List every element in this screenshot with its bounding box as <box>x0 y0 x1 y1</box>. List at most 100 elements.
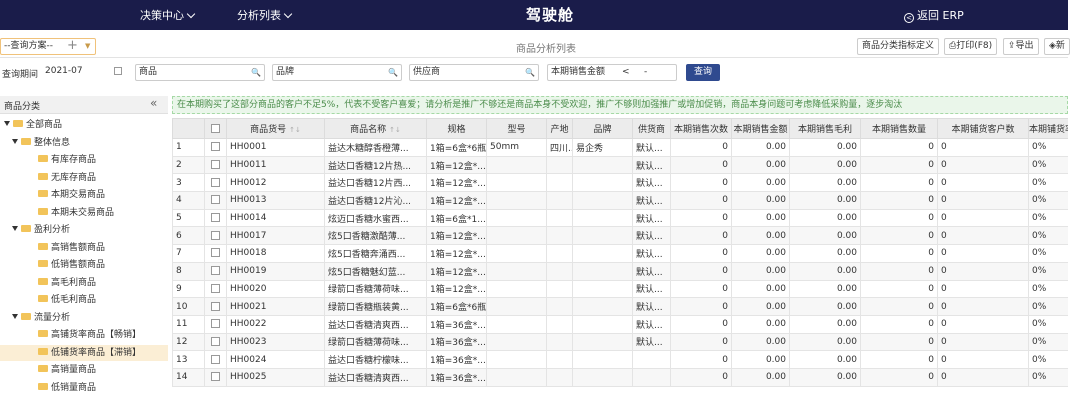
row-checkbox[interactable] <box>211 301 220 311</box>
column-header[interactable]: 品牌 <box>572 118 633 139</box>
row-checkbox[interactable] <box>211 142 220 152</box>
query-button[interactable]: 查询 <box>686 64 720 81</box>
table-row[interactable]: 6 HH0017 炫5口香糖激酷薄... 1箱=12盒*... 默认... 0 0.00 0.… <box>172 226 1068 246</box>
row-checkbox[interactable] <box>211 160 220 170</box>
row-checkbox[interactable] <box>211 372 220 382</box>
column-header[interactable]: 本期铺货客户数 <box>937 118 1029 139</box>
tree-node[interactable]: 本期交易商品 <box>38 187 168 203</box>
column-header[interactable]: 本期销售数量 <box>860 118 938 139</box>
table-row[interactable]: 4 HH0013 益达口香糖12片沁... 1箱=12盒*... 默认... 0 0.00 0… <box>172 191 1068 210</box>
print-button[interactable]: ⎙打印(F8) <box>944 38 998 55</box>
dropdown-arrow-icon[interactable]: ▼ <box>85 39 90 54</box>
column-header[interactable] <box>172 118 205 139</box>
period-input[interactable]: 2021-07 <box>42 64 126 81</box>
column-header-label: 品牌 <box>593 125 612 135</box>
search-icon[interactable]: 🔍 <box>251 65 261 80</box>
column-header[interactable]: 供货商 <box>632 118 671 139</box>
tree-node[interactable]: 低销售额商品 <box>38 257 168 273</box>
column-header[interactable]: 产地 <box>546 118 573 139</box>
add-scheme-icon[interactable]: + <box>67 38 78 53</box>
table-cell: 0 <box>937 314 1029 334</box>
folder-icon <box>38 365 48 372</box>
define-indicator-button[interactable]: 商品分类指标定义 <box>857 38 940 55</box>
query-scheme-select[interactable]: --查询方案-- + ▼ <box>0 38 96 55</box>
row-checkbox[interactable] <box>211 283 220 293</box>
table-cell: 0 <box>937 138 1029 157</box>
search-icon[interactable]: 🔍 <box>388 65 398 80</box>
table-row[interactable]: 8 HH0019 炫5口香糖魅幻蓝... 1箱=12盒*... 默认... 0 0.00 0.… <box>172 261 1068 281</box>
tree-node[interactable]: 本期未交易商品 <box>38 205 168 221</box>
table-row[interactable]: 3 HH0012 益达口香糖12片西... 1箱=12盒*... 默认... 0 0.00 0… <box>172 173 1068 193</box>
export-button[interactable]: ⇪导出 <box>1003 38 1039 55</box>
goods-search-input[interactable]: 商品 🔍 <box>135 64 265 81</box>
column-header[interactable]: 商品货号 ↑↓ <box>226 118 325 139</box>
table-cell: 0 <box>670 155 732 175</box>
back-to-erp-link[interactable]: < 返回 ERP <box>904 7 964 23</box>
row-index: 8 <box>172 261 205 281</box>
row-checkbox[interactable] <box>211 354 220 364</box>
tree-node[interactable]: 低铺货率商品【滞销】 <box>0 344 168 361</box>
table-row[interactable]: 13 HH0024 益达口香糖柠檬味... 1箱=36盒*... 0 0.00 0.00 0 0… <box>172 350 1068 369</box>
calendar-icon[interactable] <box>114 67 122 75</box>
supplier-search-input[interactable]: 供应商 🔍 <box>409 64 539 81</box>
nav-decision-center[interactable]: 决策中心 <box>140 7 196 23</box>
column-header[interactable]: 商品名称 ↑↓ <box>324 118 427 139</box>
search-icon[interactable]: 🔍 <box>525 65 535 80</box>
column-header[interactable]: 本期销售次数 <box>670 118 732 139</box>
table-row[interactable]: 1 HH0001益达木糖醇香橙薄...1箱=6盒*6瓶50mm四川...易企秀默认… <box>172 138 1068 157</box>
column-header[interactable]: 本期铺货率 <box>1028 118 1068 139</box>
tree-node[interactable]: 全部商品 <box>4 117 168 133</box>
nav-analysis-list[interactable]: 分析列表 <box>237 7 293 23</box>
column-header[interactable]: 规格 <box>426 118 487 139</box>
tree-node[interactable]: 高销量商品 <box>38 362 168 378</box>
table-row[interactable]: 10 HH0021 绿箭口香糖瓶装黄... 1箱=6盒*6瓶 默认... 0 0.00 0.0… <box>172 297 1068 316</box>
tree-node-label: 全部商品 <box>26 120 63 130</box>
table-row[interactable]: 7 HH0018 炫5口香糖奔涌西... 1箱=12盒*... 默认... 0 0.00 0.… <box>172 244 1068 263</box>
table-row[interactable]: 12 HH0023 绿箭口香糖薄荷味... 1箱=36盒*... 默认... 0 0.00 0… <box>172 332 1068 352</box>
collapse-sidebar-icon[interactable]: « <box>150 96 157 110</box>
folder-icon <box>38 242 48 250</box>
sort-icon[interactable]: ↑↓ <box>289 126 301 134</box>
expand-arrow-icon[interactable] <box>12 226 18 231</box>
table-row[interactable]: 9 HH0020 绿箭口香糖薄荷味... 1箱=12盒*... 默认... 0 0.00 0.… <box>172 279 1068 299</box>
select-all-checkbox[interactable] <box>211 123 220 133</box>
expand-arrow-icon[interactable] <box>12 313 18 319</box>
brand-search-input[interactable]: 品牌 🔍 <box>272 64 402 81</box>
row-checkbox[interactable] <box>211 213 220 223</box>
sales-amount-filter[interactable]: 本期销售金额 < - <box>547 64 677 81</box>
row-checkbox[interactable] <box>211 319 220 329</box>
table-row[interactable]: 2 HH0011 益达口香糖12片热... 1箱=12盒*... 默认... 0 0.00 0… <box>172 155 1068 175</box>
new-button[interactable]: ◈新 <box>1044 38 1070 55</box>
expand-arrow-icon[interactable] <box>12 138 18 144</box>
tree-node[interactable]: 整体信息 <box>12 135 168 151</box>
column-header[interactable]: 型号 <box>486 118 547 139</box>
operator-value[interactable]: - <box>644 65 647 80</box>
expand-arrow-icon[interactable] <box>4 121 10 126</box>
row-checkbox[interactable] <box>211 177 220 187</box>
column-header[interactable] <box>204 118 227 139</box>
tree-node[interactable]: 无库存商品 <box>38 170 168 186</box>
tree-node[interactable]: 高毛利商品 <box>38 275 168 291</box>
sort-icon[interactable]: ↑↓ <box>389 126 401 134</box>
row-checkbox[interactable] <box>211 195 220 205</box>
tree-node[interactable]: 高铺货率商品【畅销】 <box>38 327 168 343</box>
column-header[interactable]: 本期销售毛利 <box>789 118 861 139</box>
table-row[interactable]: 11 HH0022 益达口香糖清爽西... 1箱=36盒*... 默认... 0 0.00 0… <box>172 314 1068 334</box>
tree-node[interactable]: 流量分析 <box>12 310 168 326</box>
table-cell: HH0011 <box>226 155 325 175</box>
tree-node[interactable]: 高销售额商品 <box>38 240 168 256</box>
table-cell: 益达口香糖12片西... <box>324 173 427 193</box>
row-checkbox[interactable] <box>211 266 220 276</box>
row-checkbox[interactable] <box>211 336 220 346</box>
table-row[interactable]: 5 HH0014 炫迈口香糖水蜜西... 1箱=6盒*1... 默认... 0 0.00 0.… <box>172 208 1068 228</box>
tree-node[interactable]: 盈利分析 <box>12 222 168 238</box>
row-checkbox[interactable] <box>211 248 220 258</box>
tree-node[interactable]: 低毛利商品 <box>38 292 168 308</box>
column-header[interactable]: 本期销售金额 <box>731 118 790 139</box>
tree-node[interactable]: 低销量商品 <box>38 380 168 396</box>
operator-select[interactable]: < <box>622 65 630 80</box>
tree-node-label: 高销量商品 <box>51 365 97 375</box>
tree-node[interactable]: 有库存商品 <box>38 152 168 168</box>
table-row[interactable]: 14 HH0025 益达口香糖清爽西... 1箱=36盒*... 0 0.00 0.00 0 0… <box>172 367 1068 387</box>
row-checkbox[interactable] <box>211 230 220 240</box>
